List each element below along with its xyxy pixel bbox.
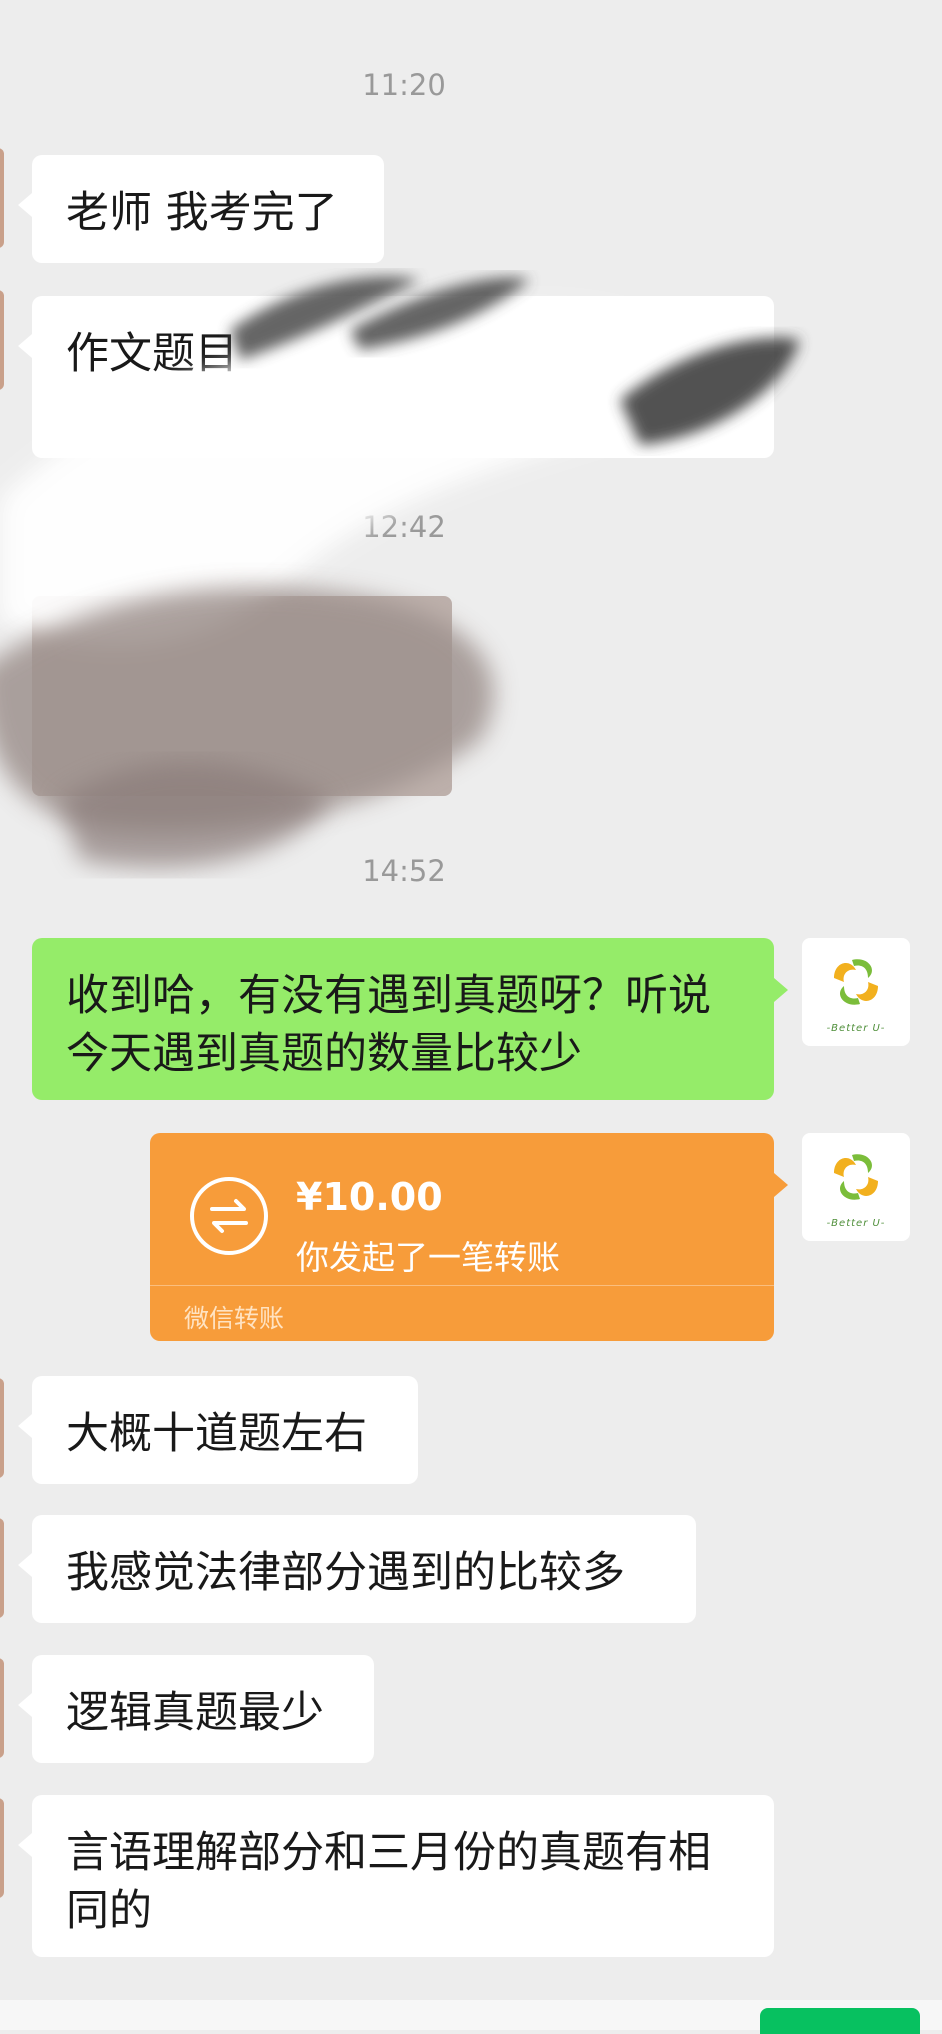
contact-avatar[interactable] [0, 1518, 4, 1618]
incoming-message[interactable]: 老师 我考完了 [18, 155, 384, 263]
contact-avatar[interactable] [0, 1798, 4, 1898]
transfer-description: 你发起了一笔转账 [296, 1238, 560, 1277]
timestamp: 11:20 [362, 68, 446, 102]
transfer-footer-label: 微信转账 [184, 1304, 285, 1333]
outgoing-message[interactable]: 收到哈，有没有遇到真题呀？听说今天遇到真题的数量比较少 [32, 938, 788, 1100]
my-avatar[interactable]: -Better U- [802, 1133, 910, 1241]
incoming-message[interactable]: 言语理解部分和三月份的真题有相同的 [18, 1795, 774, 1957]
contact-avatar[interactable] [0, 290, 4, 390]
transfer-card[interactable]: ¥10.00 你发起了一笔转账 微信转账 [150, 1133, 788, 1341]
incoming-message[interactable]: 逻辑真题最少 [18, 1655, 374, 1763]
incoming-message[interactable]: 作文题目 [18, 296, 774, 458]
message-text: 我感觉法律部分遇到的比较多 [66, 1548, 625, 1598]
transfer-arrows-icon [190, 1177, 268, 1255]
contact-avatar[interactable] [0, 1378, 4, 1478]
message-text: 言语理解部分和三月份的真题有相同的 [66, 1828, 711, 1936]
input-toolbar [0, 2000, 942, 2034]
incoming-message[interactable]: 我感觉法律部分遇到的比较多 [18, 1515, 696, 1623]
message-text: 老师 我考完了 [66, 188, 338, 238]
divider [150, 1285, 774, 1286]
timestamp: 14:52 [362, 854, 446, 888]
message-text: 大概十道题左右 [66, 1409, 367, 1459]
contact-avatar[interactable] [0, 1658, 4, 1758]
contact-avatar[interactable] [0, 148, 4, 248]
avatar-brand-text: -Better U- [826, 1218, 886, 1229]
message-text: 作文题目 [66, 329, 238, 379]
incoming-message[interactable]: 大概十道题左右 [18, 1376, 418, 1484]
transfer-amount: ¥10.00 [296, 1175, 443, 1219]
image-message[interactable] [32, 596, 452, 796]
avatar-brand-text: -Better U- [826, 1023, 886, 1034]
message-text: 收到哈，有没有遇到真题呀？听说今天遇到真题的数量比较少 [66, 971, 711, 1079]
message-text: 逻辑真题最少 [66, 1688, 324, 1738]
my-avatar[interactable]: -Better U- [802, 938, 910, 1046]
timestamp: 12:42 [362, 510, 446, 544]
chat-message-list[interactable]: 11:20 老师 我考完了 作文题目 12:42 14:52 收到哈，有没有遇到… [0, 0, 942, 2034]
send-button[interactable] [760, 2008, 920, 2034]
